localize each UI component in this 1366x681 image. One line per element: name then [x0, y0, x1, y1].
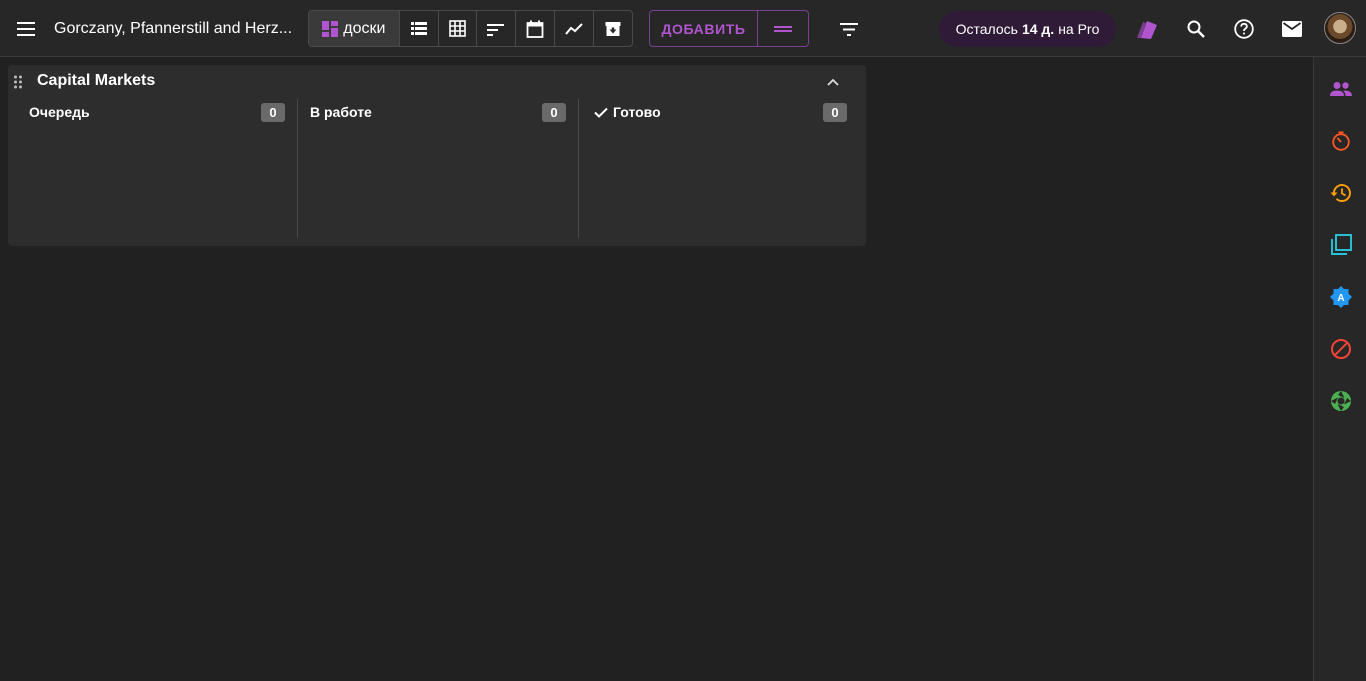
history-button[interactable]: [1328, 181, 1354, 205]
pro-trial-days: 14 д.: [1021, 21, 1055, 37]
add-options-button[interactable]: [758, 11, 808, 46]
right-sidebar: A: [1313, 57, 1366, 681]
add-button-group: ДОБАВИТЬ: [649, 10, 809, 47]
aperture-icon: [1331, 391, 1351, 411]
trend-chart-icon: [565, 22, 583, 35]
avatar[interactable]: [1324, 12, 1356, 44]
chart-view-button[interactable]: [555, 11, 595, 46]
column-count-badge: 0: [542, 103, 566, 122]
board-panel: Capital Markets Очередь 0 В работе 0 Гот…: [8, 65, 866, 246]
mail-button[interactable]: [1279, 16, 1305, 42]
calendar-view-button[interactable]: [516, 11, 556, 46]
archive-view-button[interactable]: [594, 11, 632, 46]
table-grid-icon: [449, 20, 466, 37]
collapse-board-button[interactable]: [822, 72, 844, 92]
board-title[interactable]: Capital Markets: [37, 71, 155, 91]
badge-a-icon: A: [1330, 286, 1352, 308]
help-icon: [1234, 19, 1254, 39]
column-name: В работе: [310, 104, 372, 120]
chevron-up-icon: [827, 78, 839, 86]
gantt-view-button[interactable]: [477, 11, 517, 46]
list-icon: [410, 21, 427, 35]
search-icon: [1187, 20, 1205, 38]
filter-icon: [840, 22, 858, 36]
boards-view-label: доски: [343, 19, 386, 37]
pro-trial-suffix: на Pro: [1058, 21, 1100, 37]
filter-button[interactable]: [836, 16, 862, 42]
focus-button[interactable]: [1328, 389, 1354, 413]
archive-icon: [605, 21, 621, 36]
column-name: Готово: [613, 104, 661, 120]
pro-trial-prefix: Осталось: [955, 21, 1018, 37]
drag-handle-icon: [14, 75, 22, 89]
members-button[interactable]: [1328, 77, 1354, 101]
automation-button[interactable]: A: [1328, 285, 1354, 309]
check-icon: [594, 107, 608, 118]
add-button[interactable]: ДОБАВИТЬ: [650, 11, 758, 46]
people-icon: [1330, 82, 1352, 96]
calendar-icon: [526, 20, 544, 38]
table-view-button[interactable]: [439, 11, 478, 46]
tags-icon: [1137, 21, 1157, 39]
drag-handle[interactable]: [11, 73, 25, 91]
tags-button[interactable]: [1134, 16, 1160, 42]
gantt-sort-icon: [487, 23, 505, 36]
boards-view-button[interactable]: доски: [309, 11, 400, 46]
board-column-queue[interactable]: Очередь 0: [8, 99, 297, 239]
equals-icon: [774, 25, 792, 32]
timer-icon: [1332, 131, 1350, 151]
timer-button[interactable]: [1328, 129, 1354, 153]
top-bar: Gorczany, Pfannerstill and Herz... доски: [0, 0, 1366, 57]
search-button[interactable]: [1183, 16, 1209, 42]
menu-icon: [17, 22, 35, 36]
history-icon: [1330, 184, 1351, 202]
copy-icon: [1331, 234, 1352, 255]
list-view-button[interactable]: [400, 11, 439, 46]
boards-icon: [322, 20, 339, 37]
blocked-button[interactable]: [1328, 337, 1354, 361]
copy-button[interactable]: [1328, 233, 1354, 257]
block-icon: [1331, 339, 1351, 359]
menu-button[interactable]: [13, 16, 39, 42]
column-count-badge: 0: [261, 103, 285, 122]
view-switcher: доски: [308, 10, 633, 47]
column-count-badge: 0: [823, 103, 847, 122]
board-column-done[interactable]: Готово 0: [579, 99, 866, 239]
help-button[interactable]: [1231, 16, 1257, 42]
mail-icon: [1282, 21, 1302, 37]
project-title[interactable]: Gorczany, Pfannerstill and Herz...: [54, 18, 294, 40]
pro-trial-badge[interactable]: Осталось 14 д. на Pro: [939, 11, 1116, 47]
column-name: Очередь: [29, 104, 90, 120]
board-column-in-progress[interactable]: В работе 0: [298, 99, 578, 239]
svg-text:A: A: [1337, 293, 1344, 304]
